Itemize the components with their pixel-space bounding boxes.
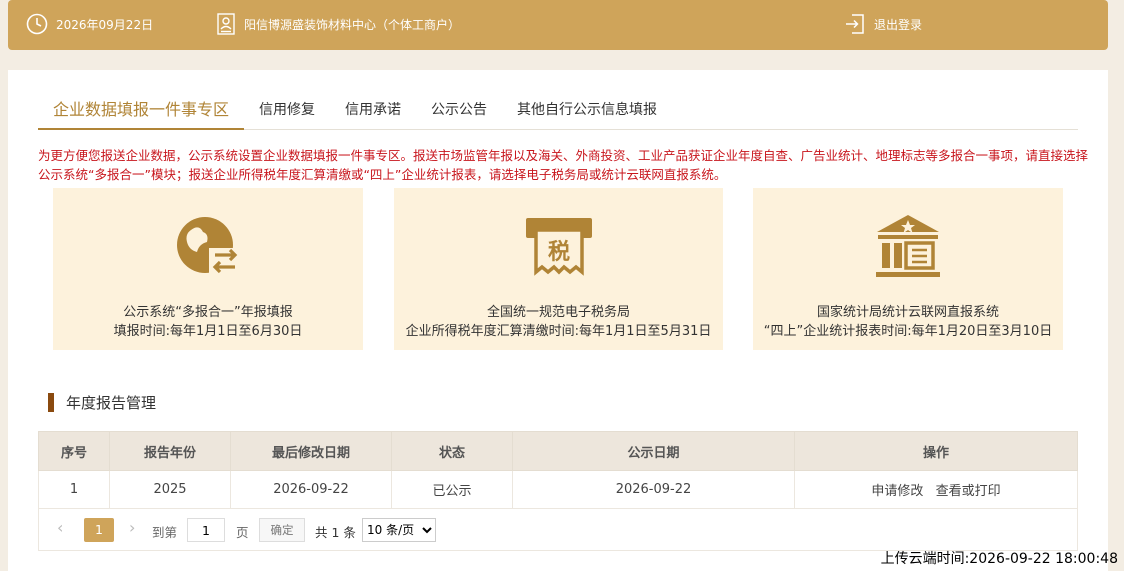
globe-exchange-icon: [173, 212, 243, 282]
card-title: 公示系统“多报合一”年报填报: [123, 305, 293, 320]
total-count: 共 1 条: [315, 525, 356, 540]
card-statistics-system[interactable]: 国家统计局统计云联网直报系统 “四上”企业统计报表时间:每年1月20日至3月10…: [753, 188, 1063, 350]
section-title: 年度报告管理: [48, 392, 156, 412]
cell-status: 已公示: [391, 470, 513, 509]
date-text: 2026年09月22日: [56, 17, 154, 32]
cell-publish-date: 2026-09-22: [512, 470, 795, 509]
table-header-row: 序号 报告年份 最后修改日期 状态 公示日期 操作: [38, 431, 1078, 471]
column-header: 序号: [38, 431, 110, 471]
tax-receipt-icon: 税: [524, 212, 594, 282]
card-subtitle: “四上”企业统计报表时间:每年1月20日至3月10日: [763, 324, 1053, 339]
section-marker: [48, 392, 54, 412]
annual-report-table: 序号 报告年份 最后修改日期 状态 公示日期 操作 1 2025 2026-09…: [38, 431, 1078, 509]
logout-icon: [844, 13, 866, 35]
tab-other-disclosure[interactable]: 其他自行公示信息填报: [517, 92, 657, 130]
column-header: 操作: [794, 431, 1078, 471]
header-date: 2026年09月22日: [26, 0, 153, 48]
tab-data-filing[interactable]: 企业数据填报一件事专区: [38, 92, 245, 130]
goto-page-input[interactable]: [187, 518, 225, 542]
main-panel: 企业数据填报一件事专区 信用修复 信用承诺 公示公告 其他自行公示信息填报 为更…: [8, 70, 1108, 571]
cell-year: 2025: [109, 470, 231, 509]
view-print-link[interactable]: 查看或打印: [936, 484, 1001, 499]
upload-time: 上传云端时间:2026-09-22 18:00:48: [880, 551, 1118, 567]
id-card-icon: [216, 13, 236, 35]
tab-bar: 企业数据填报一件事专区 信用修复 信用承诺 公示公告 其他自行公示信息填报: [38, 92, 1078, 130]
column-header: 最后修改日期: [230, 431, 392, 471]
table-row: 1 2025 2026-09-22 已公示 2026-09-22 申请修改 查看…: [38, 470, 1078, 509]
next-page-icon[interactable]: ›: [129, 518, 135, 537]
cell-actions: 申请修改 查看或打印: [794, 470, 1078, 509]
company-name: 阳信博源盛装饰材料中心（个体工商户）: [244, 17, 461, 32]
goto-label: 到第: [152, 525, 178, 540]
header-company: 阳信博源盛装饰材料中心（个体工商户）: [216, 0, 460, 48]
card-title: 全国统一规范电子税务局: [486, 305, 630, 320]
column-header: 报告年份: [109, 431, 231, 471]
page-label: 页: [236, 525, 249, 540]
column-header: 状态: [391, 431, 513, 471]
tab-credit-commitment[interactable]: 信用承诺: [345, 92, 401, 130]
tax-char: 税: [547, 239, 569, 265]
apply-modify-link[interactable]: 申请修改: [871, 484, 923, 499]
page-size-select[interactable]: 10 条/页: [362, 518, 436, 542]
clock-icon: [26, 13, 48, 35]
pagination: ‹ 1 › 到第 页 确定 共 1 条 10 条/页: [38, 509, 1078, 551]
cell-index: 1: [38, 470, 110, 509]
logout-label: 退出登录: [874, 17, 923, 32]
card-title: 国家统计局统计云联网直报系统: [816, 305, 999, 320]
card-e-tax-bureau[interactable]: 税 全国统一规范电子税务局 企业所得税年度汇算清缴时间:每年1月1日至5月31日: [394, 188, 723, 350]
cell-modified-date: 2026-09-22: [230, 470, 392, 509]
card-annual-report[interactable]: 公示系统“多报合一”年报填报 填报时间:每年1月1日至6月30日: [53, 188, 363, 350]
prev-page-icon[interactable]: ‹: [57, 518, 63, 537]
tab-credit-repair[interactable]: 信用修复: [259, 92, 315, 130]
page-number-current[interactable]: 1: [84, 518, 114, 542]
section-title-text: 年度报告管理: [66, 393, 157, 412]
statistics-building-icon: [873, 212, 943, 282]
goto-confirm-button[interactable]: 确定: [259, 518, 305, 542]
card-subtitle: 企业所得税年度汇算清缴时间:每年1月1日至5月31日: [405, 324, 712, 339]
top-bar: 2026年09月22日 阳信博源盛装饰材料中心（个体工商户） 退出登录: [8, 0, 1108, 50]
notice-text: 为更方便您报送企业数据，公示系统设置企业数据填报一件事专区。报送市场监管年报以及…: [38, 148, 1089, 182]
card-subtitle: 填报时间:每年1月1日至6月30日: [113, 324, 303, 339]
tab-announcements[interactable]: 公示公告: [431, 92, 487, 130]
column-header: 公示日期: [512, 431, 795, 471]
logout-button[interactable]: 退出登录: [844, 0, 922, 48]
